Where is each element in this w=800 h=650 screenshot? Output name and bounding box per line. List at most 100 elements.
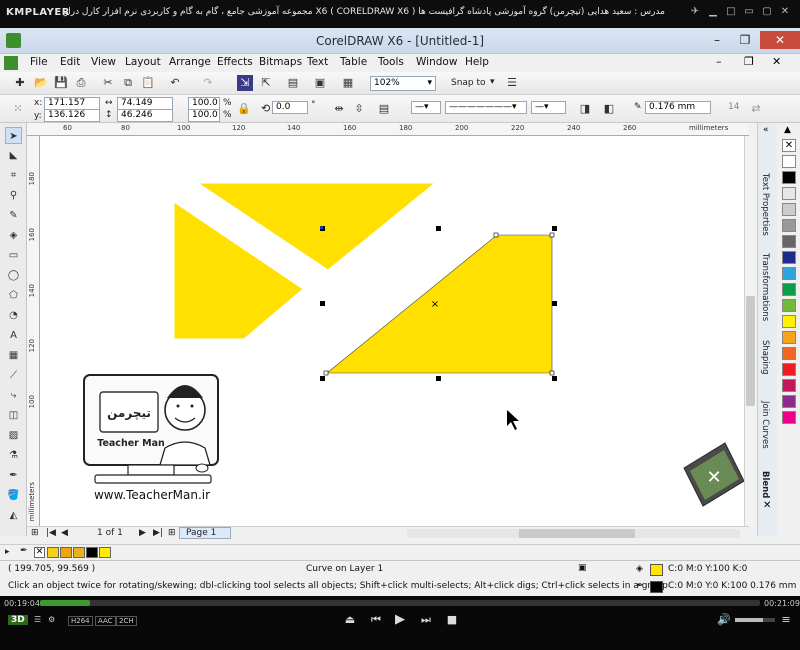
palette-swatch[interactable] <box>782 379 796 392</box>
snap-to-button[interactable]: Snap to <box>451 78 486 88</box>
menu-table[interactable]: Table <box>340 56 367 68</box>
palette-swatch[interactable] <box>782 251 796 264</box>
play-icon[interactable]: ▶ <box>392 612 408 627</box>
settings-icon[interactable]: ⚙ <box>48 615 55 624</box>
polygon-tool-icon[interactable]: ⬠ <box>5 287 22 304</box>
palette-swatch[interactable] <box>782 411 796 424</box>
height-field[interactable]: 46.246 mm <box>117 109 173 131</box>
end-arrow-select[interactable]: —▾ <box>531 101 566 114</box>
mirror-v-icon[interactable]: ⇳ <box>351 101 367 117</box>
palette-swatch[interactable] <box>782 363 796 376</box>
palette-swatch[interactable] <box>782 235 796 248</box>
outline-pen-tool-icon[interactable]: ✒ <box>5 467 22 484</box>
redo-icon[interactable]: ↷ <box>200 75 216 91</box>
drawing-canvas[interactable]: × تیچرمن Teacher Man www.TeacherMan.ir ✕ <box>40 136 749 526</box>
page-tab[interactable]: Page 1 <box>179 527 232 539</box>
palette-swatch[interactable] <box>782 155 796 168</box>
minimize-button[interactable]: – <box>704 31 730 49</box>
shape-tool-icon[interactable]: ◣ <box>5 147 22 164</box>
handle-tc[interactable] <box>436 226 441 231</box>
app-launcher-icon[interactable]: ▣ <box>312 75 328 91</box>
last-page-icon[interactable]: ▶| <box>153 528 163 538</box>
docker-collapse-icon[interactable]: « <box>763 125 769 135</box>
rotation-field[interactable]: 0.0 <box>272 101 308 114</box>
close-button[interactable]: ✕ <box>760 31 800 49</box>
docker-blend[interactable]: Blend <box>760 471 770 498</box>
freehand-tool-icon[interactable]: ✎ <box>5 207 22 224</box>
paste-icon[interactable]: 📋 <box>140 75 156 91</box>
palette-swatch[interactable] <box>782 283 796 296</box>
menu-effects[interactable]: Effects <box>217 56 253 68</box>
interactive-effect-icon[interactable]: ◫ <box>5 407 22 424</box>
palette-swatch[interactable] <box>782 219 796 232</box>
palette-swatch[interactable] <box>782 315 796 328</box>
handle-bl[interactable] <box>320 376 325 381</box>
prev-page-icon[interactable]: ◀ <box>61 528 68 538</box>
import-icon[interactable]: ⇲ <box>237 75 253 91</box>
node-marker[interactable] <box>493 232 499 238</box>
object-origin-icon[interactable]: ⁙ <box>10 101 26 117</box>
handle-tr[interactable] <box>552 226 557 231</box>
palette-swatch[interactable] <box>782 171 796 184</box>
close-curve-2-icon[interactable]: ◧ <box>601 101 617 117</box>
prev-track-icon[interactable]: ⏮ <box>368 613 384 627</box>
lock-ratio-icon[interactable]: 🔒 <box>236 101 252 117</box>
seek-bar[interactable] <box>40 600 760 606</box>
palette-scroll-up-icon[interactable]: ▲ <box>784 125 791 135</box>
doc-close-icon[interactable]: ✕ <box>772 55 781 68</box>
menu-edit[interactable]: Edit <box>60 56 80 68</box>
player-restore-icon[interactable]: □ <box>724 6 738 18</box>
docpal-menu-icon[interactable]: ▸ <box>5 547 10 557</box>
open-icon[interactable]: 📂 <box>33 75 49 91</box>
text-tool-icon[interactable]: A <box>5 327 22 344</box>
rectangle-tool-icon[interactable]: ▭ <box>5 247 22 264</box>
vertical-ruler[interactable]: 180 160 140 120 100 millimeters <box>27 136 40 536</box>
fill-tool-icon[interactable]: 🪣 <box>5 487 22 504</box>
palette-swatch[interactable] <box>782 299 796 312</box>
horizontal-ruler[interactable]: 60 80 100 120 140 160 180 200 220 240 26… <box>27 123 749 136</box>
volume-slider[interactable] <box>735 618 775 622</box>
connector-tool-icon[interactable]: ⤷ <box>5 387 22 404</box>
dimension-tool-icon[interactable]: ⟋ <box>5 367 22 384</box>
ellipse-tool-icon[interactable]: ◯ <box>5 267 22 284</box>
menu-help[interactable]: Help <box>465 56 489 68</box>
pin-icon[interactable]: ✈ <box>688 6 702 18</box>
player-fullscreen-icon[interactable]: ▭ <box>742 6 756 18</box>
vertical-scrollbar[interactable] <box>744 136 756 526</box>
options-icon[interactable]: ☰ <box>504 75 520 91</box>
pick-tool-icon[interactable]: ➤ <box>5 127 22 144</box>
3d-badge[interactable]: 3D <box>8 615 28 625</box>
add-page-icon[interactable]: ⊞ <box>31 528 39 538</box>
close-curve-icon[interactable]: ◨ <box>577 101 593 117</box>
menu-text[interactable]: Text <box>307 56 328 68</box>
eyedropper-tool-icon[interactable]: ⚗ <box>5 447 22 464</box>
docpal-eyedropper-icon[interactable]: ✒ <box>20 546 28 556</box>
node-marker[interactable] <box>549 370 555 376</box>
no-color-swatch[interactable]: ✕ <box>782 139 796 152</box>
basic-shapes-icon[interactable]: ◔ <box>5 307 22 324</box>
cut-icon[interactable]: ✂ <box>100 75 116 91</box>
zoom-tool-icon[interactable]: ⚲ <box>5 187 22 204</box>
playlist-icon[interactable]: ☰ <box>34 615 41 624</box>
table-tool-icon[interactable]: ▦ <box>5 347 22 364</box>
mirror-h-icon[interactable]: ⇹ <box>331 101 347 117</box>
menu-layout[interactable]: Layout <box>125 56 161 68</box>
node-marker[interactable] <box>323 370 329 376</box>
print-icon[interactable]: ⎙ <box>73 75 89 91</box>
node-marker[interactable] <box>549 232 555 238</box>
restore-button[interactable]: ❐ <box>732 31 758 49</box>
publish-pdf-icon[interactable]: ▤ <box>285 75 301 91</box>
smart-fill-icon[interactable]: ◈ <box>5 227 22 244</box>
center-mark-icon[interactable]: × <box>431 299 439 310</box>
eject-icon[interactable]: ⏏ <box>342 613 358 626</box>
undo-icon[interactable]: ↶ <box>167 75 183 91</box>
add-page-end-icon[interactable]: ⊞ <box>168 528 176 538</box>
docker-join-curves[interactable]: Join Curves <box>760 401 770 449</box>
doc-icon[interactable] <box>4 56 18 70</box>
player-min-icon[interactable]: ▁ <box>706 6 720 18</box>
transparency-tool-icon[interactable]: ▨ <box>5 427 22 444</box>
handle-mr[interactable] <box>552 301 557 306</box>
scroll-thumb[interactable] <box>746 296 755 406</box>
handle-ml[interactable] <box>320 301 325 306</box>
docpal-swatch[interactable] <box>60 547 72 558</box>
